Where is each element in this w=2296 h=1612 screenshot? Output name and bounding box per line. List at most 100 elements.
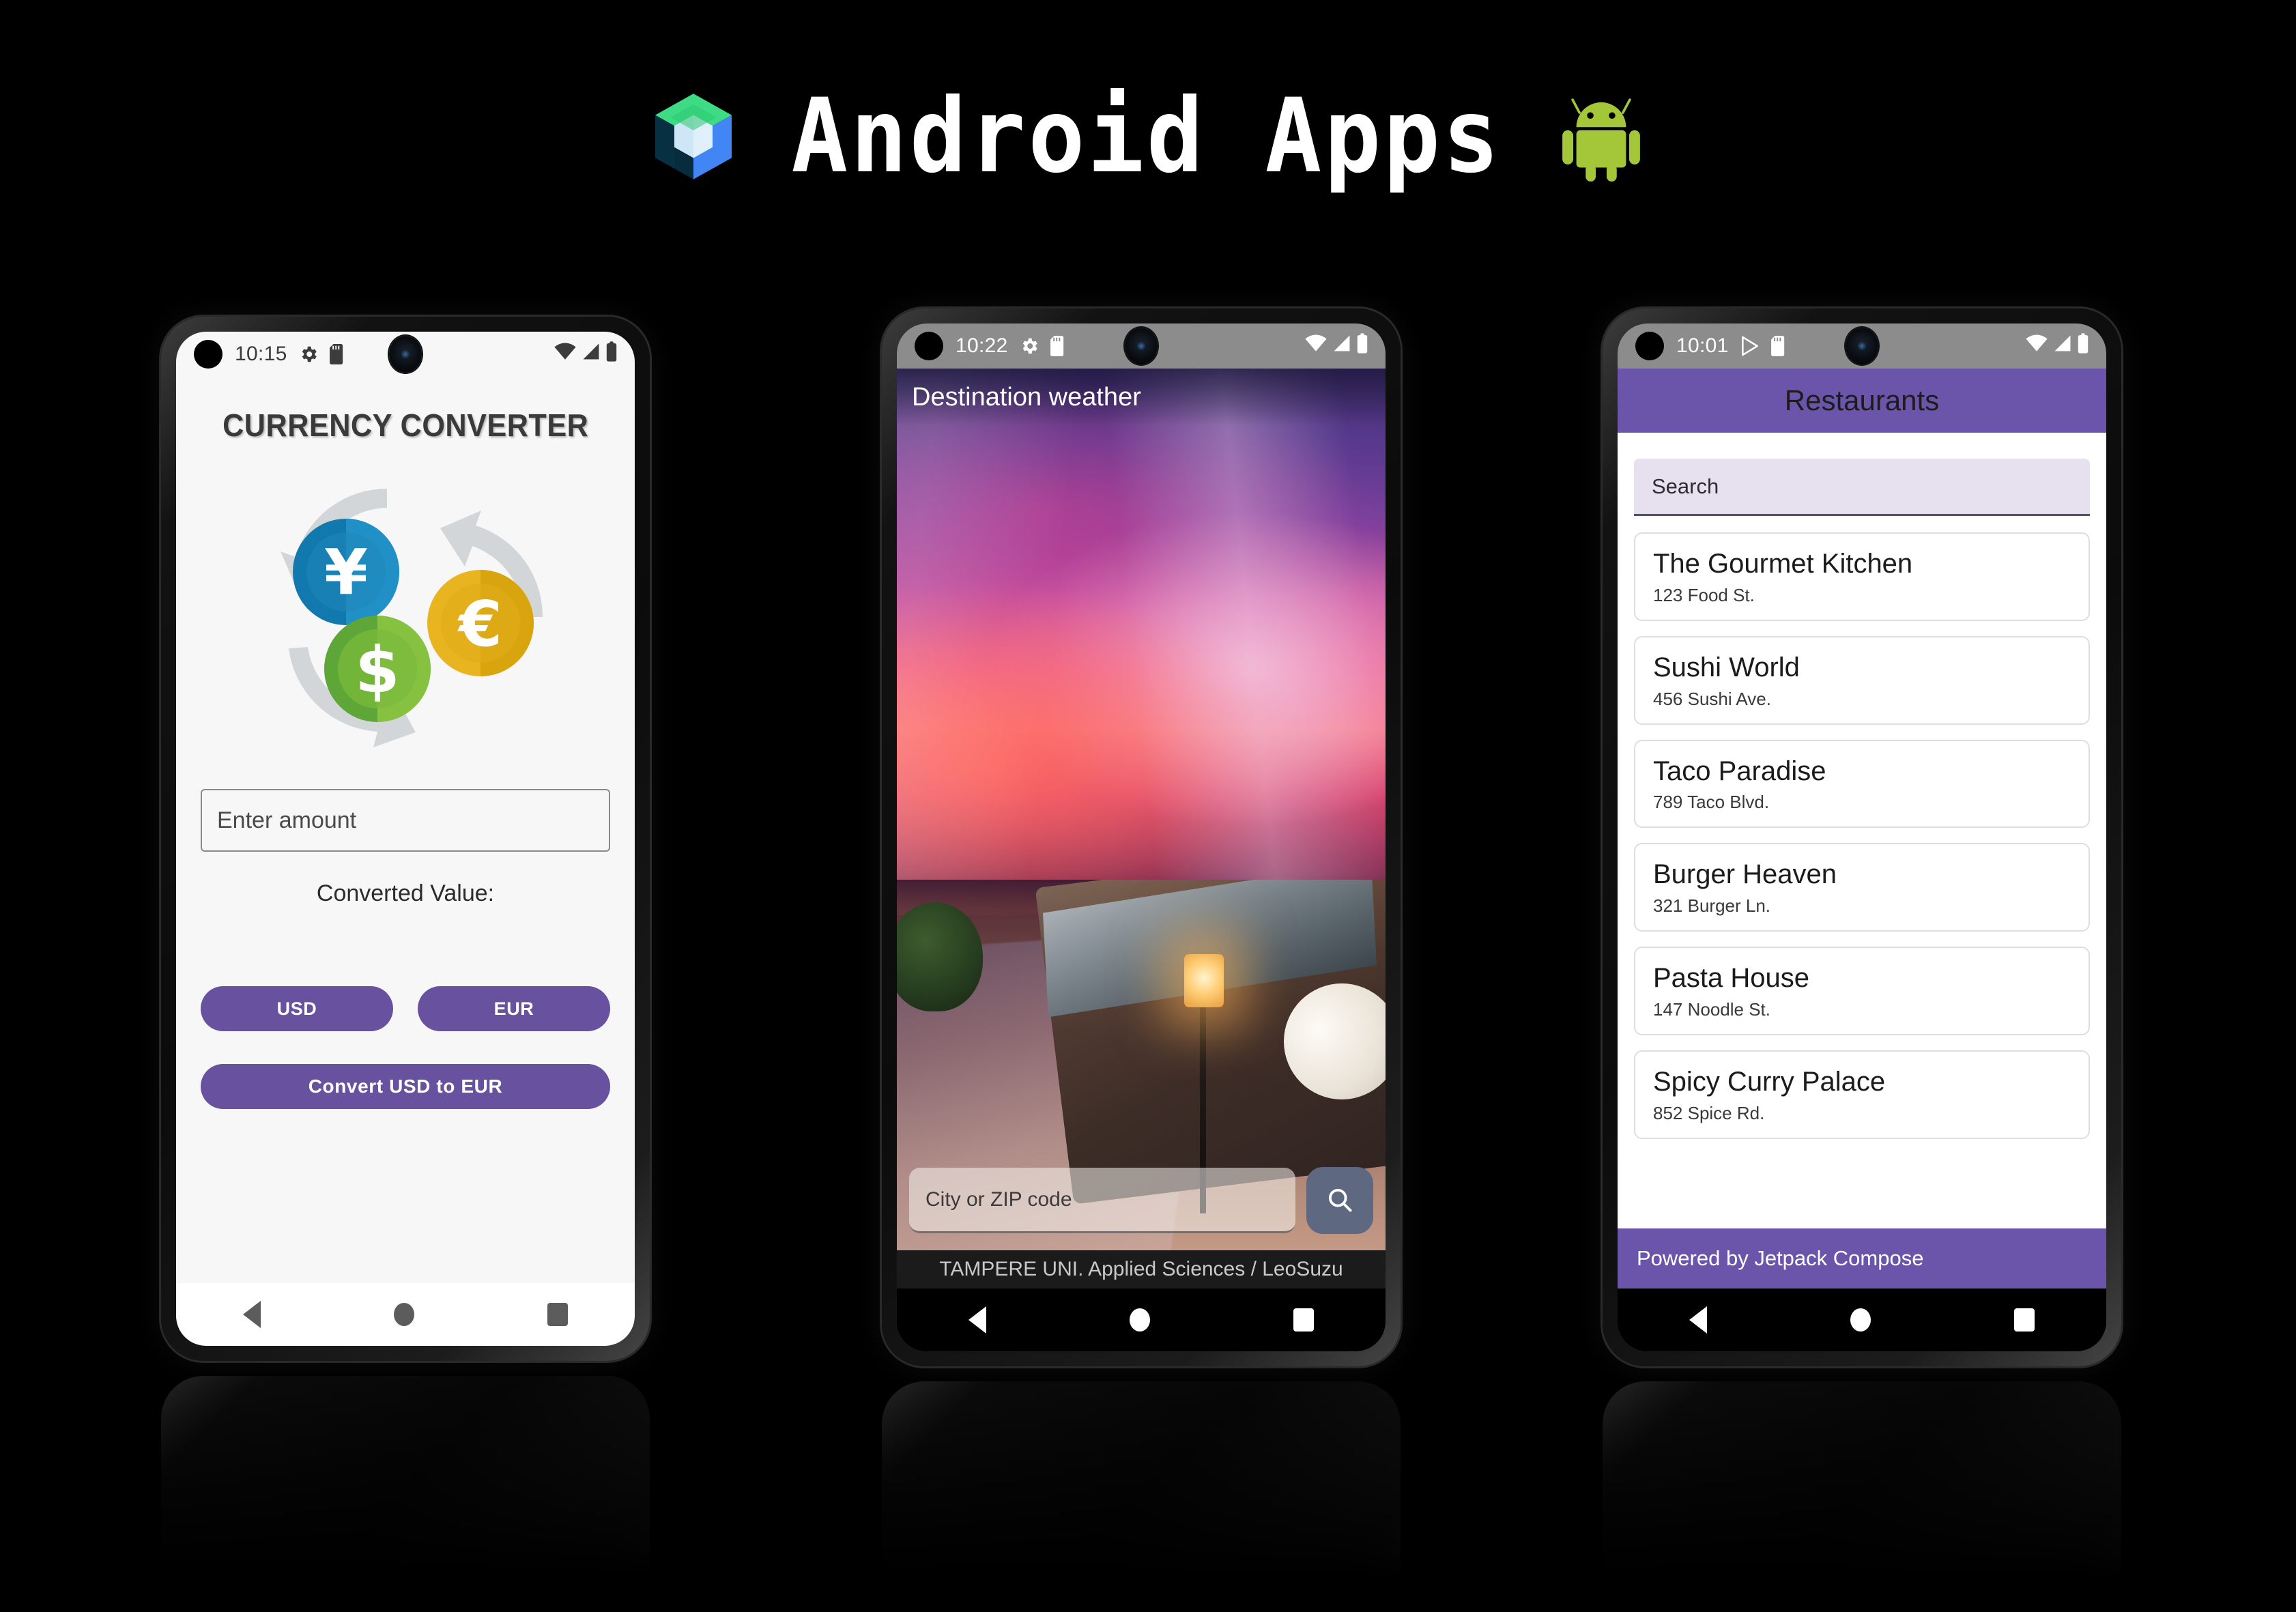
jetpack-compose-logo-icon xyxy=(655,93,732,179)
phone-reflection-restaurants: Powered by Jetpack Compose xyxy=(1603,1381,2121,1612)
list-item[interactable]: Spicy Curry Palace 852 Spice Rd. xyxy=(1634,1050,2090,1139)
svg-text:¥: ¥ xyxy=(324,536,368,609)
svg-text:$: $ xyxy=(355,633,399,708)
sd-card-icon xyxy=(1770,336,1786,356)
restaurant-address: 456 Sushi Ave. xyxy=(1653,688,1771,709)
currency-exchange-illustration-icon: ¥ € $ xyxy=(281,489,543,747)
restaurant-address: 147 Noodle St. xyxy=(1653,998,1771,1020)
restaurant-address: 321 Burger Ln. xyxy=(1653,895,1771,917)
recents-icon[interactable] xyxy=(1293,1308,1314,1332)
battery-icon xyxy=(1357,333,1368,359)
navigation-bar xyxy=(1618,1289,2106,1351)
restaurant-name: The Gourmet Kitchen xyxy=(1653,549,1913,579)
amount-input[interactable]: Enter amount xyxy=(201,789,610,852)
phone-reflection-currency-converter xyxy=(161,1376,650,1608)
weather-footer: TAMPERE UNI. Applied Sciences / LeoSuzu xyxy=(897,1250,1386,1289)
navigation-bar xyxy=(897,1289,1386,1351)
phone-restaurants: 10:01 Restaurants Search The Gourmet Kit… xyxy=(1603,308,2121,1366)
city-search-placeholder: City or ZIP code xyxy=(925,1188,1072,1211)
converted-value-label: Converted Value: xyxy=(316,880,495,906)
back-icon[interactable] xyxy=(968,1306,986,1334)
restaurants-screen: Search The Gourmet Kitchen 123 Food St. Su… xyxy=(1618,433,2106,1228)
camera-punch-hole-icon xyxy=(194,340,223,369)
status-bar: 10:15 xyxy=(176,332,635,377)
restaurant-address: 852 Spice Rd. xyxy=(1653,1102,1765,1123)
powered-by-label: Powered by Jetpack Compose xyxy=(1637,1246,1924,1270)
wifi-icon xyxy=(554,343,576,366)
status-time: 10:22 xyxy=(956,334,1008,357)
status-time: 10:15 xyxy=(235,343,287,365)
weather-title-bar: Destination weather xyxy=(897,369,1386,426)
home-icon[interactable] xyxy=(393,1303,414,1326)
recents-icon[interactable] xyxy=(547,1303,569,1326)
wifi-icon xyxy=(2026,334,2048,358)
gear-icon xyxy=(298,344,319,364)
signal-icon xyxy=(582,343,601,366)
status-bar: 10:01 xyxy=(1618,323,2106,369)
restaurant-search-placeholder: Search xyxy=(1652,474,1719,498)
page-title: Android Apps xyxy=(791,77,1502,196)
restaurant-name: Taco Paradise xyxy=(1653,755,1826,786)
home-icon[interactable] xyxy=(1850,1308,1871,1332)
search-button[interactable] xyxy=(1306,1167,1373,1234)
restaurant-name: Sushi World xyxy=(1653,652,1800,682)
battery-icon xyxy=(2078,333,2089,359)
camera-punch-hole-icon xyxy=(915,332,943,360)
sd-card-icon xyxy=(329,344,345,364)
list-item[interactable]: Sushi World 456 Sushi Ave. xyxy=(1634,635,2090,725)
restaurants-app-bar-title: Restaurants xyxy=(1784,384,1940,416)
currency-converter-screen: CURRENCY CONVERTER ¥ € $ Enter amount Co… xyxy=(176,377,635,1283)
restaurant-name: Pasta House xyxy=(1653,963,1810,994)
front-camera-icon xyxy=(1846,328,1878,364)
phone-reflection-destination-weather: TAMPERE UNI. Applied Sciences / LeoSuzu xyxy=(882,1381,1401,1612)
list-item[interactable]: Pasta House 147 Noodle St. xyxy=(1634,947,2090,1035)
list-item[interactable]: The Gourmet Kitchen 123 Food St. xyxy=(1634,532,2090,621)
amount-input-placeholder: Enter amount xyxy=(217,807,357,833)
restaurant-name: Burger Heaven xyxy=(1653,859,1837,890)
currency-converter-title: CURRENCY CONVERTER xyxy=(222,407,589,443)
signal-icon xyxy=(1332,334,1351,358)
camera-punch-hole-icon xyxy=(1635,332,1664,360)
list-item[interactable]: Burger Heaven 321 Burger Ln. xyxy=(1634,843,2090,932)
status-time: 10:01 xyxy=(1676,334,1729,357)
status-bar: 10:22 xyxy=(897,323,1386,369)
convert-button[interactable]: Convert USD to EUR xyxy=(201,1064,610,1109)
weather-title: Destination weather xyxy=(912,382,1141,412)
restaurants-bottom-bar: Powered by Jetpack Compose xyxy=(1618,1228,2106,1289)
front-camera-icon xyxy=(1125,328,1158,364)
list-item[interactable]: Taco Paradise 789 Taco Blvd. xyxy=(1634,739,2090,829)
back-icon[interactable] xyxy=(242,1301,261,1328)
play-store-icon xyxy=(1740,335,1760,357)
yen-coin-icon: ¥ xyxy=(293,519,399,625)
battery-icon xyxy=(606,341,617,367)
wifi-icon xyxy=(1305,334,1327,358)
to-currency-button[interactable]: EUR xyxy=(418,986,610,1031)
front-camera-icon xyxy=(389,336,422,373)
restaurant-address: 123 Food St. xyxy=(1653,584,1755,605)
phone-destination-weather: 10:22 Destination weather City or ZIP co… xyxy=(882,308,1401,1366)
back-icon[interactable] xyxy=(1689,1306,1707,1334)
signal-icon xyxy=(2053,334,2072,358)
search-icon xyxy=(1325,1185,1355,1217)
page-header: Android Apps xyxy=(0,0,2296,273)
city-search-input[interactable]: City or ZIP code xyxy=(909,1168,1295,1233)
weather-screen: Destination weather City or ZIP code xyxy=(897,369,1386,1250)
restaurants-app-bar: Restaurants xyxy=(1618,369,2106,433)
gear-icon xyxy=(1019,336,1039,356)
navigation-bar xyxy=(176,1283,635,1346)
svg-text:€: € xyxy=(457,588,502,661)
restaurant-list[interactable]: The Gourmet Kitchen 123 Food St. Sushi Wor… xyxy=(1634,532,2090,1228)
weather-footer-label: TAMPERE UNI. Applied Sciences / LeoSuzu xyxy=(939,1258,1343,1280)
home-icon[interactable] xyxy=(1130,1308,1150,1332)
sd-card-icon xyxy=(1050,336,1065,356)
android-robot-icon xyxy=(1562,91,1641,182)
restaurant-search-input[interactable]: Search xyxy=(1634,459,2090,516)
from-currency-button[interactable]: USD xyxy=(201,986,393,1031)
kyoto-street-sunset-photo xyxy=(897,369,1386,1250)
restaurant-name: Spicy Curry Palace xyxy=(1653,1066,1886,1097)
dollar-coin-icon: $ xyxy=(324,616,431,722)
euro-coin-icon: € xyxy=(427,570,534,676)
recents-icon[interactable] xyxy=(2014,1308,2035,1332)
phone-currency-converter: 10:15 CURRENCY CONVERTER ¥ € $ Enter amo… xyxy=(161,317,650,1361)
restaurant-address: 789 Taco Blvd. xyxy=(1653,792,1770,813)
